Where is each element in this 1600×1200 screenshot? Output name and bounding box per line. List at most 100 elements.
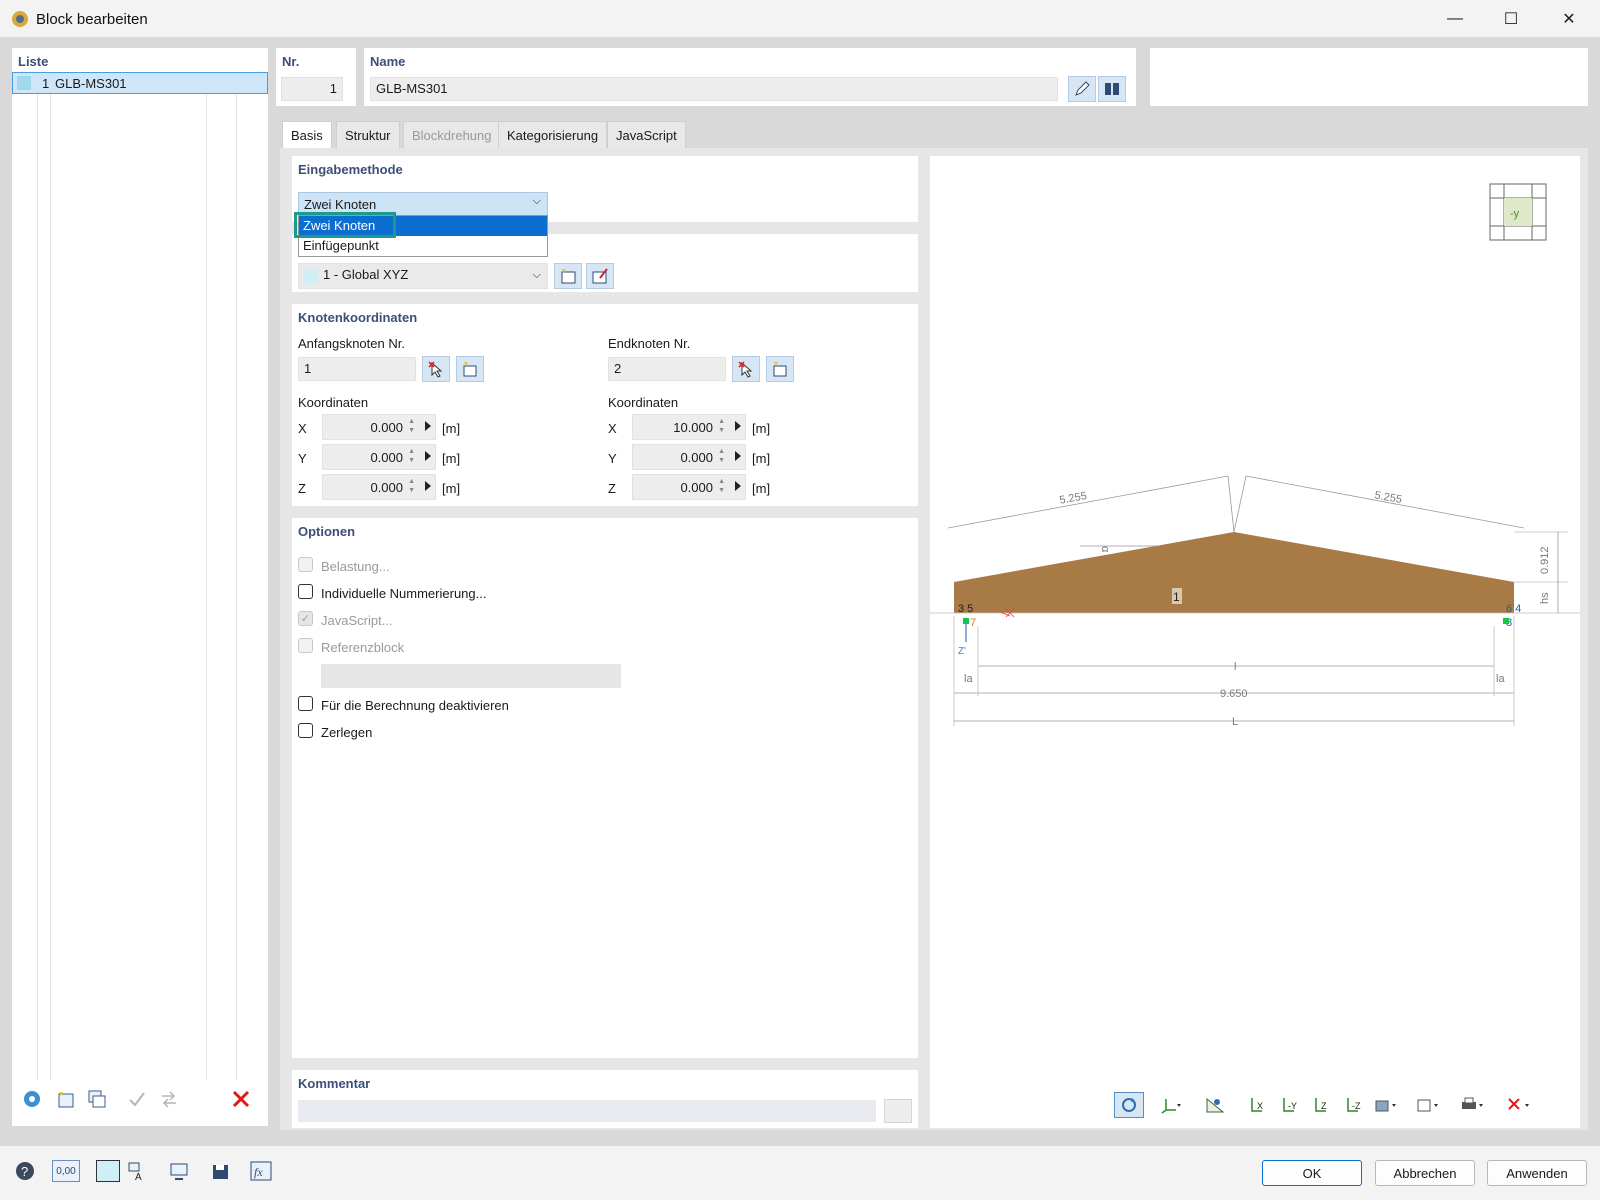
start-z-unit: [m] <box>442 481 461 496</box>
color-button[interactable] <box>96 1160 120 1182</box>
list-item-name: GLB-MS301 <box>55 76 127 91</box>
name-field[interactable]: GLB-MS301 <box>370 77 1058 101</box>
end-node-field[interactable]: 2 <box>608 357 726 381</box>
belastung-label: Belastung... <box>321 559 390 574</box>
block-preview-graphic: -y 5.255 5.255 0.912 hs α 1 3 5 7 6 4 8 … <box>930 183 1580 728</box>
comment-copy-icon[interactable] <box>884 1099 912 1123</box>
view-minus-z-icon[interactable]: -Z <box>1338 1092 1368 1118</box>
check-icon[interactable] <box>122 1086 152 1112</box>
ok-button[interactable]: OK <box>1262 1160 1362 1186</box>
new-node-icon[interactable] <box>766 356 794 382</box>
end-z-field[interactable]: 0.000 ▲ ▼ <box>632 474 746 500</box>
start-x-field[interactable]: 0.000 ▲ ▼ <box>322 414 436 440</box>
units-button[interactable]: 0,00 <box>52 1160 80 1182</box>
dropdown-option-einfuegepunkt[interactable]: Einfügepunkt <box>299 236 547 256</box>
belastung-checkbox[interactable] <box>298 557 313 572</box>
end-coords-label: Koordinaten <box>608 395 679 410</box>
edit-coord-system-icon[interactable] <box>586 263 614 289</box>
nummerierung-checkbox[interactable] <box>298 584 313 599</box>
tab-javascript[interactable]: JavaScript <box>607 121 686 149</box>
axes-icon[interactable] <box>1156 1092 1186 1118</box>
maximize-button[interactable]: ☐ <box>1488 6 1534 32</box>
referenzblock-label: Referenzblock <box>321 640 405 655</box>
close-button[interactable]: ✕ <box>1546 6 1592 32</box>
window-title: Block bearbeiten <box>36 11 148 28</box>
chevron-down-icon: ⌵ <box>532 195 541 207</box>
copy-block-icon[interactable] <box>82 1086 112 1112</box>
view-x-icon[interactable]: X <box>1242 1092 1272 1118</box>
minimize-button[interactable]: — <box>1432 6 1478 32</box>
library-book-icon[interactable] <box>1098 76 1126 102</box>
info-panel <box>1150 48 1588 106</box>
list-divider <box>206 94 207 1080</box>
start-y-field[interactable]: 0.000 ▲ ▼ <box>322 444 436 470</box>
formula-icon[interactable]: fx <box>246 1158 276 1184</box>
new-coord-system-icon[interactable] <box>554 263 582 289</box>
edit-name-icon[interactable] <box>1068 76 1096 102</box>
play-icon[interactable] <box>425 451 431 461</box>
spin-arrows-icon[interactable]: ▲ ▼ <box>408 447 415 465</box>
list-item[interactable]: 1 GLB-MS301 <box>12 72 268 94</box>
pick-node-icon[interactable] <box>732 356 760 382</box>
javascript-checkbox[interactable]: ✓ <box>298 611 313 626</box>
cancel-button[interactable]: Abbrechen <box>1375 1160 1475 1186</box>
view-settings-icon[interactable] <box>1200 1092 1230 1118</box>
deaktivieren-checkbox[interactable] <box>298 696 313 711</box>
spin-arrows-icon[interactable]: ▲ ▼ <box>718 447 725 465</box>
help-icon[interactable]: ? <box>10 1158 40 1184</box>
referenzblock-checkbox[interactable] <box>298 638 313 653</box>
text-format-icon[interactable]: A <box>122 1158 152 1184</box>
start-node-field[interactable]: 1 <box>298 357 416 381</box>
end-y-field[interactable]: 0.000 ▲ ▼ <box>632 444 746 470</box>
start-y-value: 0.000 <box>370 450 403 465</box>
delete-icon[interactable] <box>226 1086 256 1112</box>
print-icon[interactable] <box>1458 1092 1488 1118</box>
app-icon <box>10 9 30 29</box>
pick-node-icon[interactable] <box>422 356 450 382</box>
apply-button[interactable]: Anwenden <box>1487 1160 1587 1186</box>
svg-text:fx: fx <box>254 1165 263 1179</box>
display-mode-icon[interactable] <box>1414 1092 1444 1118</box>
view-cube-icon[interactable]: -y <box>1489 183 1547 241</box>
render-mode-icon[interactable] <box>1372 1092 1402 1118</box>
tab-blockdrehung[interactable]: Blockdrehung <box>403 121 501 149</box>
play-icon[interactable] <box>735 481 741 491</box>
play-icon[interactable] <box>425 481 431 491</box>
renumber-icon[interactable] <box>154 1086 184 1112</box>
start-z-field[interactable]: 0.000 ▲ ▼ <box>322 474 436 500</box>
save-template-icon[interactable] <box>206 1158 236 1184</box>
comment-field[interactable] <box>298 1100 876 1122</box>
referenzblock-field[interactable] <box>321 664 621 688</box>
list-divider <box>236 94 237 1080</box>
spin-arrows-icon[interactable]: ▲ ▼ <box>718 417 725 435</box>
new-node-icon[interactable] <box>456 356 484 382</box>
options-section: Optionen Belastung... Individuelle Numme… <box>292 518 918 1058</box>
play-icon[interactable] <box>735 421 741 431</box>
start-z-value: 0.000 <box>370 480 403 495</box>
play-icon[interactable] <box>425 421 431 431</box>
play-icon[interactable] <box>735 451 741 461</box>
z-axis-label: Z' <box>958 646 966 657</box>
tab-basis[interactable]: Basis <box>282 121 332 149</box>
spin-arrows-icon[interactable]: ▲ ▼ <box>408 477 415 495</box>
view-y-icon[interactable]: -Y <box>1274 1092 1304 1118</box>
zerlegen-checkbox[interactable] <box>298 723 313 738</box>
svg-text:-Z: -Z <box>1352 1101 1361 1111</box>
new-block-icon[interactable] <box>50 1086 80 1112</box>
display-options-icon[interactable] <box>164 1158 194 1184</box>
refresh-view-icon[interactable] <box>1114 1092 1144 1118</box>
view-z-icon[interactable]: Z <box>1306 1092 1336 1118</box>
color-swatch <box>17 76 31 90</box>
reset-view-icon[interactable] <box>1504 1092 1534 1118</box>
coord-system-select[interactable]: 1 - Global XYZ ⌵ <box>298 263 548 289</box>
spin-arrows-icon[interactable]: ▲ ▼ <box>408 417 415 435</box>
tab-kategorisierung[interactable]: Kategorisierung <box>498 121 608 149</box>
end-x-field[interactable]: 10.000 ▲ ▼ <box>632 414 746 440</box>
number-field[interactable]: 1 <box>281 77 343 101</box>
spin-arrows-icon[interactable]: ▲ ▼ <box>718 477 725 495</box>
node-coordinates-title: Knotenkoordinaten <box>298 310 418 325</box>
list-item-number: 1 <box>42 76 50 91</box>
library-icon[interactable] <box>17 1086 47 1112</box>
tab-struktur[interactable]: Struktur <box>336 121 400 149</box>
node-7-label: 7 <box>970 617 976 629</box>
